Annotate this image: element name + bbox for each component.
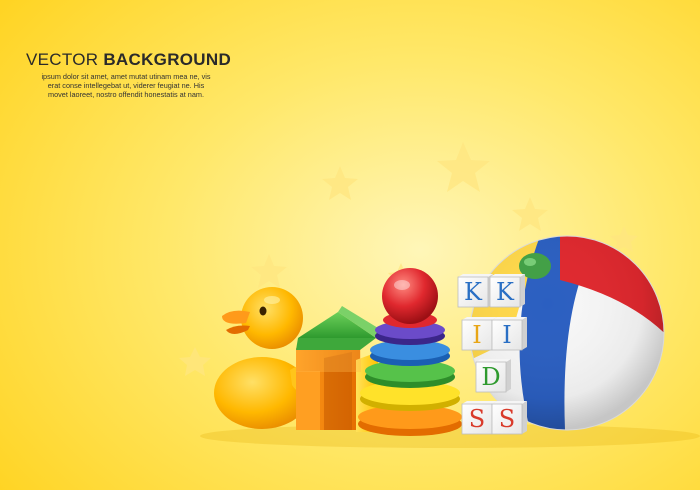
vector-background-canvas: KKIIDSS VECTOR BACKGROUND ipsum dolor si… <box>0 0 700 490</box>
body-line: movet laoreet, nostro offendit honestati… <box>47 90 205 99</box>
letter-block: S <box>491 401 527 435</box>
headline-bold: BACKGROUND <box>103 50 232 69</box>
star-decoration <box>251 254 287 288</box>
body-line: ipsum dolor sit amet, amet mutat utinam … <box>41 72 211 81</box>
headline-light: VECTOR <box>26 50 104 69</box>
headline: VECTOR BACKGROUND <box>26 50 231 70</box>
block-letter: S <box>499 405 515 433</box>
stacking-rings <box>358 268 462 436</box>
body-line: erat conse intellegebat ut, viderer feug… <box>47 81 205 90</box>
block-letter: K <box>496 278 515 306</box>
letter-block: K <box>457 274 493 308</box>
block-letter: I <box>502 321 511 349</box>
block-letter: K <box>464 278 483 306</box>
star-decoration <box>179 347 211 376</box>
block-letter: D <box>481 363 500 391</box>
body-paragraph: ipsum dolor sit amet, amet mutat utinam … <box>26 72 226 99</box>
letter-block: D <box>475 359 511 393</box>
star-decoration <box>437 142 490 192</box>
duck-eye <box>259 306 267 316</box>
star-decoration <box>512 197 548 231</box>
block-letter: S <box>469 405 485 433</box>
block-letter: I <box>472 321 481 349</box>
star-decoration <box>322 166 358 200</box>
letter-block: K <box>489 274 525 308</box>
letter-block: I <box>491 317 527 351</box>
